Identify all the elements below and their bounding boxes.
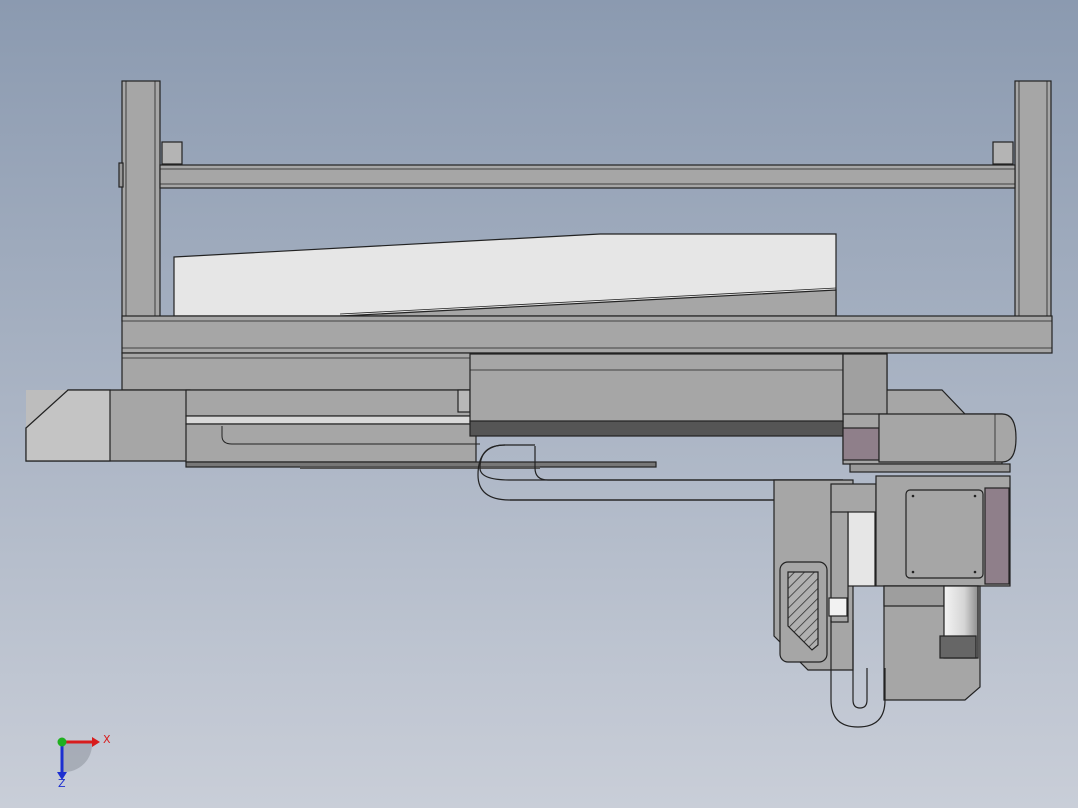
column-block[interactable] xyxy=(830,483,877,515)
carriage-side-plate xyxy=(842,353,888,415)
motor-box-accent xyxy=(984,487,1010,585)
top-crossbar[interactable] xyxy=(159,164,1016,189)
x-axis-label: X xyxy=(103,733,111,746)
z-axis-label: Z xyxy=(58,777,66,790)
motor-accent-panel xyxy=(842,427,880,461)
carriage[interactable] xyxy=(469,353,888,437)
left-post[interactable] xyxy=(121,80,161,322)
carriage-dark-strip xyxy=(469,420,844,437)
right-bracket xyxy=(992,141,1014,165)
column-face xyxy=(847,511,876,587)
motor-top-strip xyxy=(849,463,1011,473)
cad-model-view[interactable] xyxy=(0,0,1078,808)
base-plate[interactable] xyxy=(121,315,1053,354)
y-axis-dot xyxy=(57,737,67,747)
rail-body[interactable] xyxy=(185,389,477,417)
left-bracket xyxy=(161,141,183,165)
left-post-tab xyxy=(118,162,124,188)
right-post[interactable] xyxy=(1014,80,1052,322)
cad-viewport[interactable]: X Z xyxy=(0,0,1078,808)
rail-lower xyxy=(185,423,477,463)
motor-box-panel xyxy=(905,489,984,579)
motor-cap[interactable] xyxy=(878,413,1017,463)
rail-guide xyxy=(185,415,487,425)
roller-dark-band xyxy=(939,635,977,659)
inner-bracket xyxy=(883,585,945,607)
carriage-block[interactable] xyxy=(469,353,844,423)
rail-side-block xyxy=(457,389,471,413)
small-square xyxy=(828,597,848,617)
